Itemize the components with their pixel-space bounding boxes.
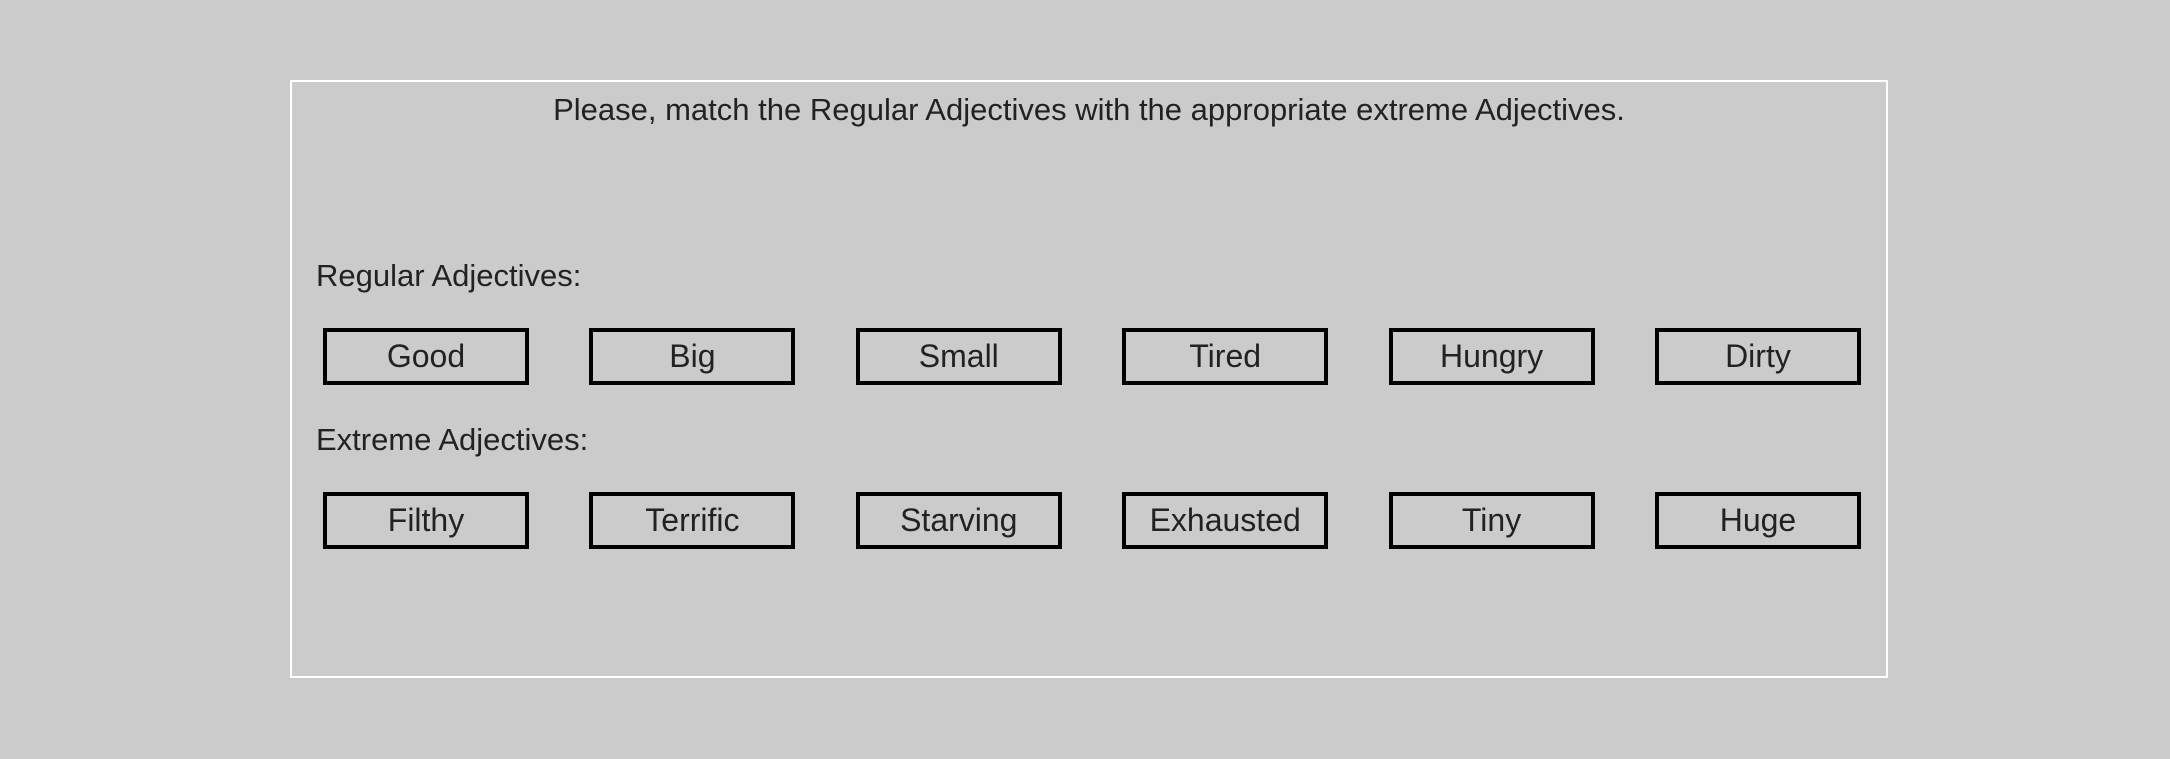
regular-word-hungry[interactable]: Hungry (1388, 328, 1595, 385)
extreme-word-huge[interactable]: Huge (1654, 492, 1861, 549)
extreme-adjectives-label: Extreme Adjectives: (316, 422, 589, 457)
extreme-adjectives-row: Filthy Terrific Starving Exhausted Tiny … (323, 492, 1861, 549)
extreme-word-filthy[interactable]: Filthy (323, 492, 529, 549)
extreme-word-tiny[interactable]: Tiny (1388, 492, 1595, 549)
extreme-word-exhausted[interactable]: Exhausted (1122, 492, 1329, 549)
regular-word-big[interactable]: Big (589, 328, 796, 385)
regular-word-good[interactable]: Good (323, 328, 529, 385)
regular-word-tired[interactable]: Tired (1122, 328, 1329, 385)
regular-word-dirty[interactable]: Dirty (1654, 328, 1861, 385)
extreme-word-terrific[interactable]: Terrific (589, 492, 796, 549)
matching-exercise-panel: Please, match the Regular Adjectives wit… (290, 80, 1888, 678)
instruction-text: Please, match the Regular Adjectives wit… (553, 92, 1625, 127)
regular-adjectives-label: Regular Adjectives: (316, 258, 582, 293)
regular-word-small[interactable]: Small (855, 328, 1062, 385)
extreme-word-starving[interactable]: Starving (855, 492, 1062, 549)
regular-adjectives-row: Good Big Small Tired Hungry Dirty (323, 328, 1861, 385)
